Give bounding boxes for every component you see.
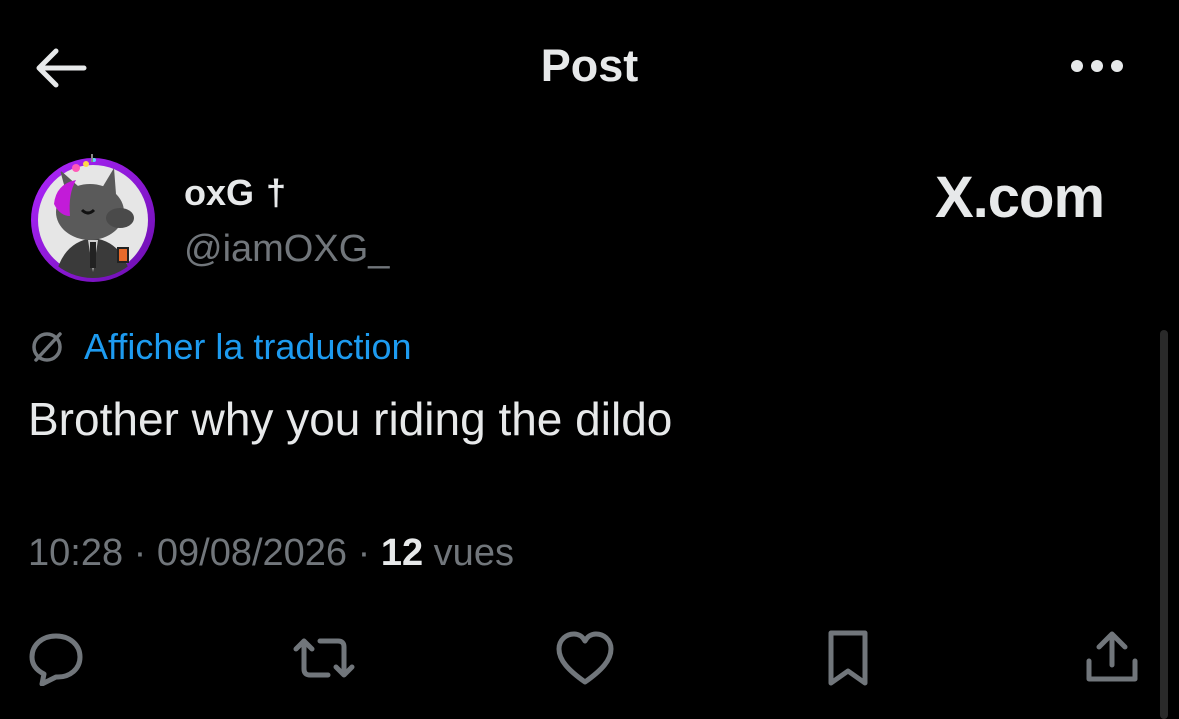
like-button[interactable] [552,626,618,690]
reply-icon [29,633,83,686]
name-dagger-symbol: † [266,172,287,213]
post-time[interactable]: 10:28 [28,532,123,574]
meta-separator: · [123,532,157,574]
avatar-image [31,154,155,282]
author-handle[interactable]: @iamOXG_ [184,228,389,271]
arrow-left-icon [36,48,87,88]
ellipsis-icon [1071,60,1123,72]
meta-separator: · [347,532,381,574]
bookmark-icon [828,630,868,686]
x-com-watermark: X.com [935,165,1105,230]
heart-icon [556,631,614,685]
share-button[interactable] [1080,626,1144,690]
page-title: Post [540,40,639,91]
translate-globe-icon [32,332,62,362]
share-icon [1086,631,1138,682]
repost-icon [293,638,355,678]
post-meta: 10:28 · 09/08/2026 · 12 vues [28,532,514,575]
post-date[interactable]: 09/08/2026 [157,532,347,574]
translation-label: Afficher la traduction [84,326,412,367]
bookmark-button[interactable] [818,626,878,690]
reply-button[interactable] [24,626,88,690]
views-label: vues [423,532,514,574]
scrollbar[interactable] [1160,330,1168,719]
avatar[interactable] [24,154,162,284]
display-name-text: oxG [184,172,255,213]
repost-button[interactable] [288,626,360,690]
back-button[interactable] [28,38,92,98]
author-display-name[interactable]: oxG † [184,172,286,214]
views-count[interactable]: 12 [381,532,423,574]
show-translation-link[interactable]: Afficher la traduction [28,326,412,368]
post-text: Brother why you riding the dildo [28,393,673,445]
more-options-button[interactable] [1062,44,1132,88]
